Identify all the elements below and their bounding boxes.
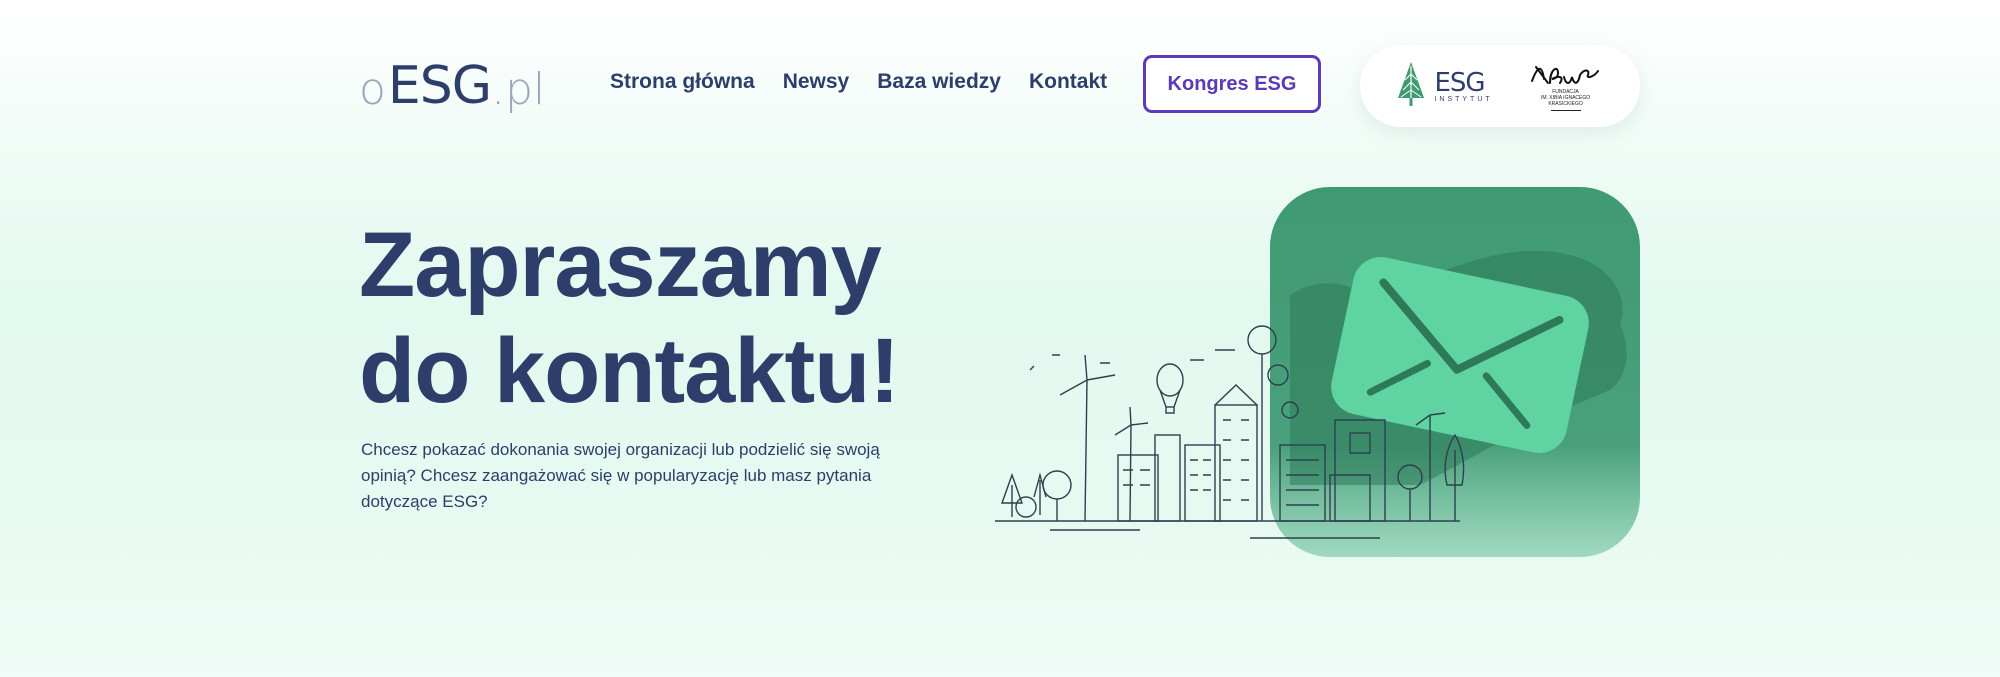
nav-link-news[interactable]: Newsy (783, 70, 850, 94)
foundation-logo[interactable]: FUNDACJA IM. XIBIA IGNACEGO KRASICKIEGO (1526, 61, 1606, 111)
main-nav: Strona główna Newsy Baza wiedzy Kontakt (610, 70, 1107, 94)
esg-institute-name: ESG (1434, 67, 1485, 98)
nav-link-knowledge-base[interactable]: Baza wiedzy (877, 70, 1001, 94)
foundation-caption-line2: IM. XIBIA IGNACEGO KRASICKIEGO (1540, 95, 1591, 107)
esg-institute-subtitle: INSTYTUT (1434, 95, 1493, 103)
page-title-line1: Zapraszamy (359, 214, 882, 316)
kongres-esg-button[interactable]: Kongres ESG (1143, 55, 1321, 113)
signature-mark (1530, 66, 1599, 84)
foundation-underline (1550, 110, 1581, 111)
partner-logos: ESG INSTYTUT FUNDACJA IM. XIBIA IGNACEGO… (1360, 45, 1640, 127)
tree-icon (1398, 62, 1425, 106)
hero-illustration (995, 187, 1640, 557)
esg-institute-logo[interactable]: ESG INSTYTUT (1394, 60, 1492, 112)
site-logo[interactable]: o ESG .pl (359, 56, 545, 112)
logo-o: o (359, 64, 386, 115)
page-title: Zapraszamy do kontaktu! (359, 212, 900, 424)
nav-link-home[interactable]: Strona główna (610, 70, 755, 94)
logo-domain: .pl (491, 64, 546, 115)
lead-paragraph: Chcesz pokazać dokonania swojej organiza… (361, 440, 880, 511)
page-title-line2: do kontaktu! (359, 320, 900, 422)
logo-esg: ESG (387, 56, 492, 116)
nav-link-contact[interactable]: Kontakt (1029, 70, 1107, 94)
